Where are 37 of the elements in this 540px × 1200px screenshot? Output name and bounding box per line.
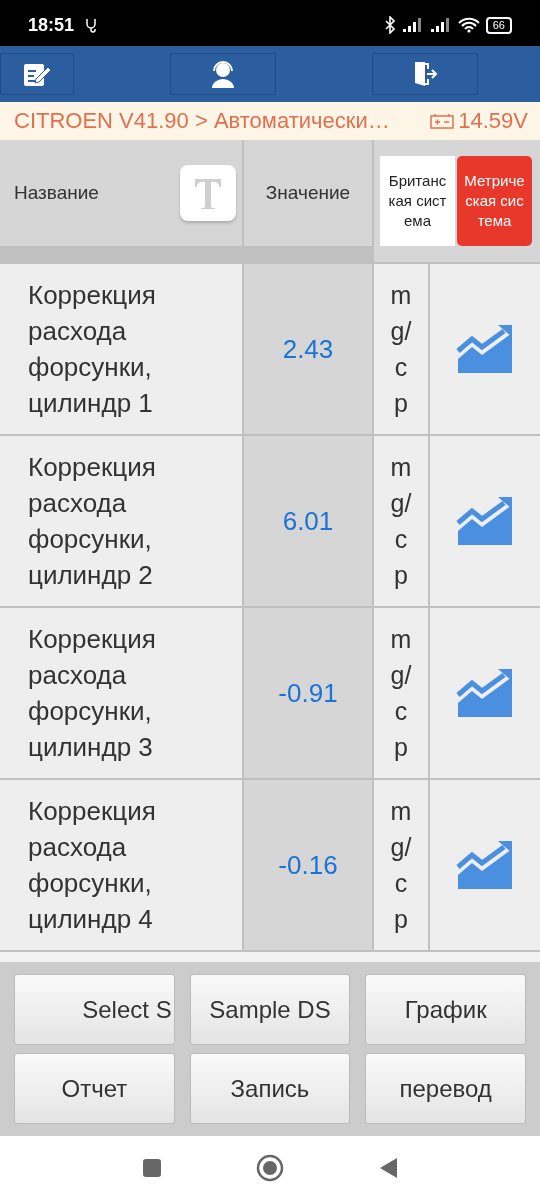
parameter-value: 2.43 bbox=[244, 264, 372, 434]
parameter-unit: mg/cp bbox=[389, 624, 413, 763]
battery-voltage-icon bbox=[430, 113, 455, 129]
recents-icon[interactable] bbox=[142, 1158, 162, 1178]
exit-button[interactable] bbox=[372, 53, 478, 95]
bluetooth-icon bbox=[383, 16, 396, 34]
home-icon[interactable] bbox=[256, 1154, 284, 1182]
action-button[interactable]: Select S bbox=[14, 974, 175, 1045]
voltage-reading: 14.59V bbox=[458, 108, 528, 134]
action-button[interactable]: перевод bbox=[365, 1053, 526, 1124]
back-icon[interactable] bbox=[378, 1157, 398, 1179]
battery-indicator: 66 bbox=[485, 16, 512, 34]
parameter-unit: mg/cp bbox=[389, 796, 413, 935]
support-button[interactable] bbox=[170, 53, 276, 95]
unit-option[interactable]: Метрическая система bbox=[457, 156, 532, 246]
parameter-name: Коррекция расхода форсунки, цилиндр 2 bbox=[0, 436, 242, 606]
column-header: Значение bbox=[265, 182, 351, 204]
breadcrumb: CITROEN V41.90 > Автоматически… bbox=[14, 108, 391, 134]
column-header: Название bbox=[14, 182, 99, 204]
action-button[interactable]: Sample DS bbox=[189, 974, 351, 1045]
action-button[interactable]: Запись bbox=[189, 1053, 351, 1124]
action-button[interactable]: Отчет bbox=[14, 1053, 175, 1124]
wifi-icon bbox=[457, 17, 480, 33]
signal-icon bbox=[401, 17, 424, 33]
parameter-name: Коррекция расхода форсунки, цилиндр 3 bbox=[0, 608, 242, 778]
edit-button[interactable] bbox=[0, 53, 74, 95]
parameter-value: -0.16 bbox=[244, 780, 372, 950]
parameter-name: Коррекция расхода форсунки, цилиндр 1 bbox=[0, 264, 242, 434]
parameter-value: -0.91 bbox=[244, 608, 372, 778]
status-time: 18:51 bbox=[28, 14, 75, 36]
parameter-name: Коррекция расхода форсунки, цилиндр 4 bbox=[0, 780, 242, 950]
parameter-value: 6.01 bbox=[244, 436, 372, 606]
action-button[interactable]: График bbox=[365, 974, 526, 1045]
signal-icon bbox=[429, 17, 452, 33]
unit-option[interactable]: Британская система bbox=[380, 156, 455, 246]
parameter-unit: mg/cp bbox=[389, 280, 413, 419]
parameter-unit: mg/cp bbox=[389, 452, 413, 591]
